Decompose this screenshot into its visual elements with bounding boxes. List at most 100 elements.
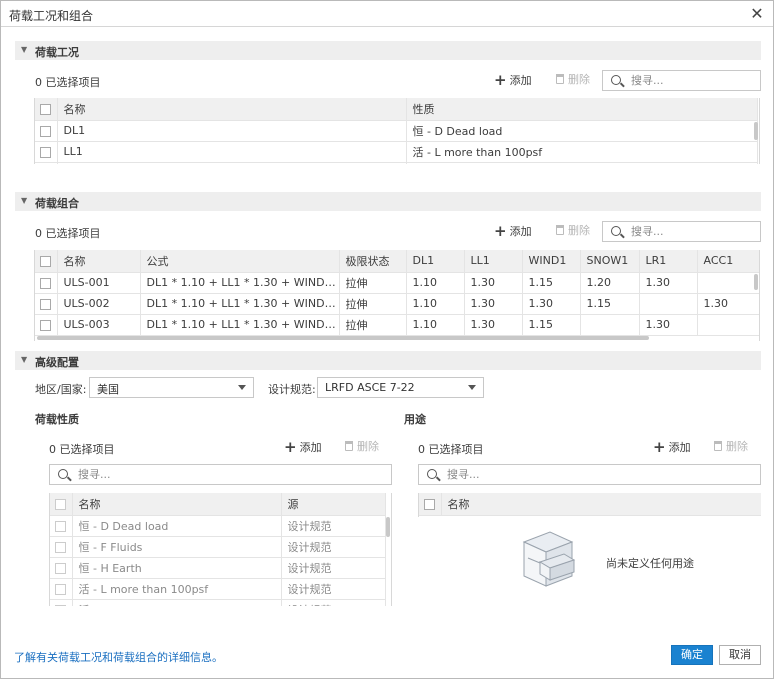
cell-name: ULS-003 [57,314,141,336]
collapse-triangle-icon[interactable]: ▼ [21,355,27,364]
plus-icon: + [653,438,666,456]
column-header-name[interactable]: 名称 [441,493,761,516]
advanced-section-header[interactable]: ▼ 高级配置 [15,351,761,370]
trash-icon [714,441,722,451]
row-checkbox[interactable] [55,562,66,574]
table-row[interactable]: 恒 - F Fluids 设计规范 [50,536,386,558]
advanced-section-title: 高级配置 [35,356,79,369]
table-row[interactable]: 恒 - H Earth 设计规范 [50,557,386,579]
column-header-wind1[interactable]: WIND1 [522,250,581,273]
cell-ll1: 1.30 [464,314,523,336]
column-header-source[interactable]: 源 [281,493,386,516]
collapse-triangle-icon[interactable]: ▼ [21,196,27,205]
row-checkbox[interactable] [40,277,51,289]
table-row[interactable]: WIND1风 - W Wind [35,162,758,164]
cell-state: 拉伸 [339,272,407,294]
load-combinations-selected-count: 0 已选择项目 [35,227,101,240]
load-nature-delete-button[interactable]: 删除 [345,438,379,456]
usage-delete-button[interactable]: 删除 [714,438,748,456]
load-combinations-delete-button[interactable]: 删除 [556,222,590,240]
table-header-row: 名称 性质 [35,98,758,121]
table-row[interactable]: 活 - L less than 100psf设计规范 [50,599,386,606]
table-row[interactable]: 活 - L more than 100psf 设计规范 [50,578,386,600]
column-header-formula[interactable]: 公式 [140,250,340,273]
table-row[interactable]: 恒 - D Dead load 设计规范 [50,515,386,537]
plus-icon: + [494,222,507,240]
cell-wind1: 1.15 [522,314,581,336]
load-nature-search-input[interactable] [78,467,385,482]
load-combinations-section-header[interactable]: ▼ 荷载组合 [15,192,761,211]
row-checkbox[interactable] [40,146,51,158]
load-combinations-search-input[interactable] [631,224,754,239]
cell-lr1: 1.30 [639,314,698,336]
cell-state: 拉伸 [339,293,407,315]
row-checkbox[interactable] [40,319,51,331]
search-icon [58,469,68,479]
cell-source: 设计规范 [281,578,386,600]
cell-formula: DL1 * 1.10 + LL1 * 1.30 + WIND1 * 1.15 +… [140,314,340,336]
select-all-checkbox[interactable] [55,498,66,510]
load-cases-add-button[interactable]: + 添加 [494,71,532,89]
load-cases-selected-count: 0 已选择项目 [35,76,101,89]
column-header-ll1[interactable]: LL1 [464,250,523,273]
cell-acc1: 1.30 [697,293,759,315]
cell-snow1 [580,314,640,336]
load-cases-search-input[interactable] [631,73,754,88]
ok-button[interactable]: 确定 [671,645,713,665]
help-link[interactable]: 了解有关荷载工况和荷载组合的详细信息。 [14,649,223,665]
plus-icon: + [494,71,507,89]
trash-icon [556,225,564,235]
column-header-dl1[interactable]: DL1 [406,250,465,273]
region-select[interactable]: 美国 [89,377,254,398]
load-nature-add-button[interactable]: + 添加 [284,438,322,456]
load-combinations-horizontal-scrollbar[interactable] [37,336,649,340]
load-cases-scrollbar[interactable] [754,122,758,140]
cell-nature: 活 - L more than 100psf [406,141,758,163]
cell-name: 活 - L less than 100psf [72,599,282,606]
load-cases-search [602,70,761,91]
column-header-name[interactable]: 名称 [57,250,141,273]
column-header-name[interactable]: 名称 [72,493,282,516]
cell-name: 活 - L more than 100psf [72,578,282,600]
load-nature-title: 荷载性质 [35,413,79,426]
row-checkbox[interactable] [55,520,66,532]
row-checkbox[interactable] [55,541,66,553]
cancel-button[interactable]: 取消 [719,645,761,665]
design-code-select[interactable]: LRFD ASCE 7-22 [317,377,484,398]
column-header-limit-state[interactable]: 极限状态 [339,250,407,273]
usage-add-button[interactable]: + 添加 [653,438,691,456]
load-combinations-vertical-scrollbar[interactable] [754,274,758,290]
dropdown-caret-icon [238,385,246,390]
select-all-checkbox[interactable] [40,255,51,267]
load-cases-section-header[interactable]: ▼ 荷载工况 [15,41,761,60]
table-row[interactable]: LL1 活 - L more than 100psf [35,141,758,163]
row-checkbox[interactable] [40,125,51,137]
table-row[interactable]: ULS-003DL1 * 1.10 + LL1 * 1.30 + WIND1 *… [35,314,759,336]
select-all-checkbox[interactable] [424,498,435,510]
cell-name: 恒 - F Fluids [72,536,282,558]
usage-search-input[interactable] [447,467,754,482]
table-row[interactable]: ULS-002DL1 * 1.10 + LL1 * 1.30 + WIND1 *… [35,293,759,315]
dropdown-caret-icon [468,385,476,390]
row-checkbox[interactable] [55,583,66,595]
select-all-checkbox[interactable] [40,103,51,115]
row-checkbox[interactable] [40,298,51,310]
load-combinations-add-button[interactable]: + 添加 [494,222,532,240]
column-header-snow1[interactable]: SNOW1 [580,250,640,273]
column-header-lr1[interactable]: LR1 [639,250,698,273]
load-cases-delete-button[interactable]: 删除 [556,71,590,89]
table-row[interactable]: ULS-001DL1 * 1.10 + LL1 * 1.30 + WIND1 *… [35,272,759,294]
usage-empty-text: 尚未定义任何用途 [606,557,694,570]
close-icon[interactable]: ✕ [747,4,767,24]
cell-name: ULS-001 [57,272,141,294]
table-row[interactable]: DL1 恒 - D Dead load [35,120,758,142]
load-nature-scrollbar[interactable] [386,517,390,537]
row-checkbox[interactable] [55,604,66,606]
cell-acc1 [697,314,759,336]
column-header-name[interactable]: 名称 [57,98,407,121]
column-header-nature[interactable]: 性质 [406,98,758,121]
load-cases-section-title: 荷载工况 [35,46,79,59]
cabinet-icon [522,531,576,587]
column-header-acc1[interactable]: ACC1 [697,250,759,273]
collapse-triangle-icon[interactable]: ▼ [21,45,27,54]
